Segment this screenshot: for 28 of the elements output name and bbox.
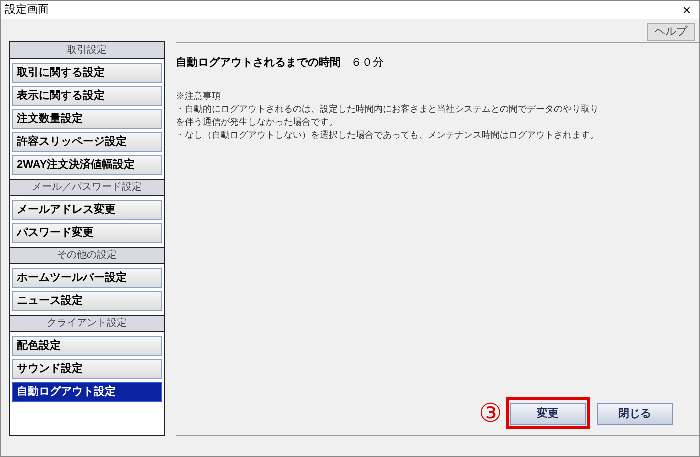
step-number: ③ [479,400,502,426]
sidebar-item[interactable]: 配色設定 [12,336,162,356]
section-header: クライアント設定 [10,315,164,332]
sidebar-item[interactable]: サウンド設定 [12,359,162,379]
sidebar-item[interactable]: メールアドレス変更 [12,200,162,220]
note-text: ・自動的にログアウトされるのは、設定した時間内にお客さまと当社システムとの間でデータのやり取り [176,103,600,116]
sidebar-item[interactable]: 自動ログアウト設定 [12,382,162,402]
sidebar-item[interactable]: 2WAY注文決済値幅設定 [12,155,162,175]
sidebar-item[interactable]: ホームツールバー設定 [12,268,162,288]
window-title: 設定画面 [5,2,49,18]
help-button[interactable]: ヘルプ [647,23,695,41]
setting-value: ６０分 [351,56,384,71]
sidebar-item[interactable]: 注文数量設定 [12,109,162,129]
sidebar-item[interactable]: パスワード変更 [12,223,162,243]
section-header: 取引設定 [10,42,164,59]
section-header: その他の設定 [10,247,164,264]
dialog-button[interactable]: 閉じる [597,403,673,425]
sidebar-item[interactable]: ニュース設定 [12,291,162,311]
sidebar-item[interactable]: 許容スリッページ設定 [12,132,162,152]
setting-label: 自動ログアウトされるまでの時間 [176,56,341,71]
notes-heading: ※注意事項 [176,90,222,102]
dialog-button[interactable]: 変更 [510,403,586,425]
close-button[interactable]: × [678,3,695,17]
sidebar-item[interactable]: 表示に関する設定 [12,86,162,106]
note-text: を伴う通信が発生しなかった場合です。 [176,116,339,129]
sidebar-item[interactable]: 取引に関する設定 [12,63,162,83]
section-header: メール／パスワード設定 [10,179,164,196]
note-text: ・なし（自動ログアウトしない）を選択した場合であっても、メンテナンス時間はログアウトされます。 [176,129,600,142]
